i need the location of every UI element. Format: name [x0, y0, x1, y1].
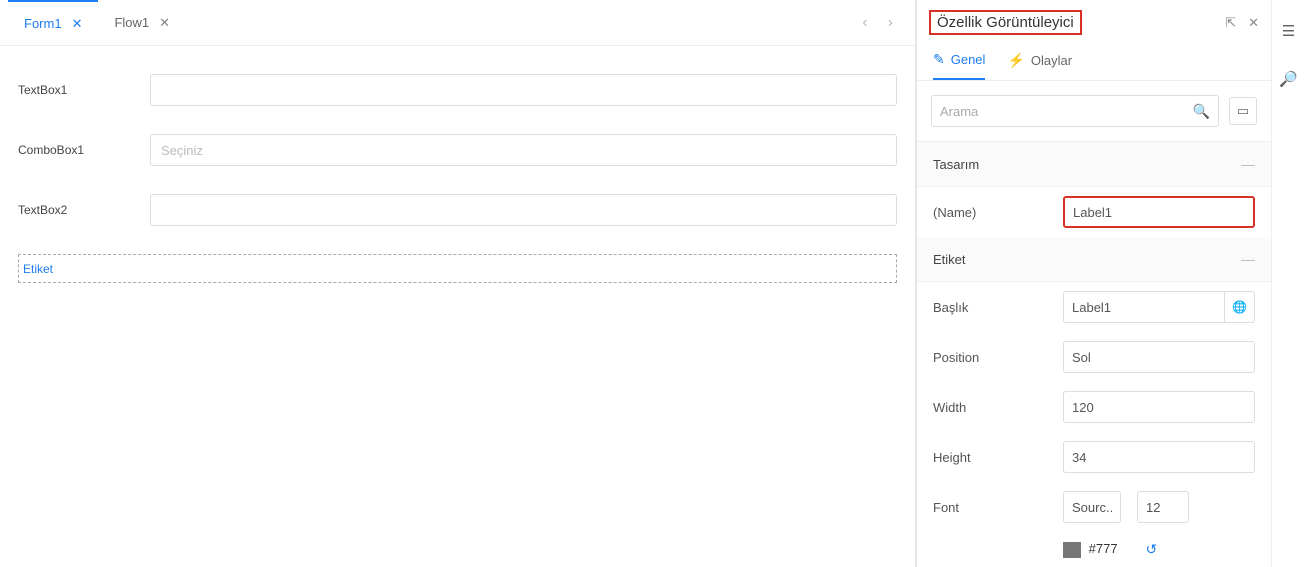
section-design-header[interactable]: Tasarım — [917, 142, 1271, 187]
properties-tabs: ✎ Genel ⚡ Olaylar [917, 43, 1271, 81]
prop-input-name[interactable] [1063, 196, 1255, 228]
prop-row-width: Width [917, 382, 1271, 432]
tab-events-label: Olaylar [1031, 53, 1072, 68]
color-swatch-container[interactable]: #777 [1063, 541, 1118, 558]
tab-events[interactable]: ⚡ Olaylar [1007, 51, 1072, 80]
prop-label-height: Height [933, 450, 1053, 465]
close-icon[interactable]: ✕ [72, 16, 83, 32]
properties-title: Özellik Görüntüleyici [929, 10, 1082, 35]
tab-general-label: Genel [951, 52, 986, 67]
chevron-right-icon[interactable]: › [888, 14, 893, 32]
outline-icon[interactable]: ☰ [1282, 22, 1295, 40]
prop-input-font-family[interactable] [1063, 491, 1121, 523]
prop-label-position: Position [933, 350, 1053, 365]
search-icon[interactable]: 🔍 [1193, 103, 1210, 120]
canvas-area: Form1 ✕ Flow1 ✕ ‹ › TextBox1 ComboBox1 [0, 0, 916, 567]
prop-row-baslik: Başlık 🌐 [917, 282, 1271, 332]
pin-icon[interactable]: ⇱ [1225, 15, 1236, 31]
section-etiket-header[interactable]: Etiket — [917, 237, 1271, 282]
chevron-left-icon[interactable]: ‹ [862, 14, 867, 32]
tab-flow1[interactable]: Flow1 ✕ [98, 0, 186, 45]
textbox1-input[interactable] [150, 74, 897, 106]
prop-input-position[interactable] [1063, 341, 1255, 373]
field-label: TextBox2 [18, 203, 150, 217]
lightning-icon: ⚡ [1007, 52, 1024, 69]
prop-input-height[interactable] [1063, 441, 1255, 473]
side-rail: ☰ 🔎 [1271, 0, 1305, 567]
prop-row-color: #777 ↺ [917, 532, 1271, 567]
prop-input-font-size[interactable] [1137, 491, 1189, 523]
form-row-combobox1: ComboBox1 [18, 134, 897, 166]
tabs-bar: Form1 ✕ Flow1 ✕ ‹ › [0, 0, 915, 46]
close-icon[interactable]: ✕ [159, 15, 170, 31]
prop-label-baslik: Başlık [933, 300, 1053, 315]
search-row: 🔍 ▭ [917, 81, 1271, 142]
section-title: Tasarım [933, 157, 979, 172]
properties-panel: Özellik Görüntüleyici ⇱ ✕ ✎ Genel ⚡ Olay… [916, 0, 1271, 567]
tab-label: Form1 [24, 16, 62, 31]
prop-row-name: (Name) [917, 187, 1271, 237]
tab-nav: ‹ › [862, 14, 907, 32]
collapse-icon[interactable]: — [1241, 156, 1255, 172]
form-row-textbox2: TextBox2 [18, 194, 897, 226]
prop-row-font: Font [917, 482, 1271, 532]
close-icon[interactable]: ✕ [1248, 15, 1259, 31]
combobox1-input[interactable] [150, 134, 897, 166]
selected-label-text: Etiket [23, 262, 53, 276]
translate-button[interactable]: 🌐 [1225, 291, 1255, 323]
color-value: #777 [1089, 541, 1118, 556]
color-swatch [1063, 542, 1081, 558]
prop-row-height: Height [917, 432, 1271, 482]
wand-icon: ✎ [933, 51, 945, 68]
field-label: TextBox1 [18, 83, 150, 97]
expand-all-button[interactable]: ▭ [1229, 97, 1257, 125]
search-box[interactable]: 🔍 [931, 95, 1219, 127]
search-input[interactable] [940, 104, 1193, 119]
selected-label-element[interactable]: Etiket [18, 254, 897, 283]
prop-input-width[interactable] [1063, 391, 1255, 423]
undo-icon[interactable]: ↺ [1146, 541, 1158, 558]
tab-label: Flow1 [114, 15, 149, 30]
form-row-textbox1: TextBox1 [18, 74, 897, 106]
prop-label-font: Font [933, 500, 1053, 515]
tab-form1[interactable]: Form1 ✕ [8, 0, 98, 45]
inspect-icon[interactable]: 🔎 [1279, 70, 1298, 88]
tab-general[interactable]: ✎ Genel [933, 51, 985, 80]
form-body: TextBox1 ComboBox1 TextBox2 Etiket [0, 46, 915, 567]
textbox2-input[interactable] [150, 194, 897, 226]
prop-label-width: Width [933, 400, 1053, 415]
collapse-icon[interactable]: — [1241, 251, 1255, 267]
prop-label-name: (Name) [933, 205, 1053, 220]
field-label: ComboBox1 [18, 143, 150, 157]
prop-row-position: Position [917, 332, 1271, 382]
prop-input-baslik[interactable] [1063, 291, 1225, 323]
section-title: Etiket [933, 252, 966, 267]
properties-header: Özellik Görüntüleyici ⇱ ✕ [917, 0, 1271, 43]
